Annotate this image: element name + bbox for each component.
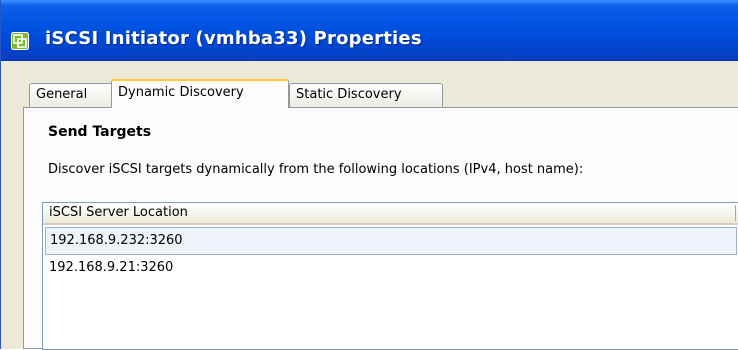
send-targets-list[interactable]: iSCSI Server Location 192.168.9.232:3260… xyxy=(42,202,738,350)
list-item[interactable]: 192.168.9.21:3260 xyxy=(45,255,737,283)
title-bar[interactable]: iSCSI Initiator (vmhba33) Properties xyxy=(1,0,738,61)
target-location: 192.168.9.21:3260 xyxy=(49,260,174,275)
dialog-body: General Static Discovery Dynamic Discove… xyxy=(1,61,738,350)
dynamic-discovery-panel: Send Targets Discover iSCSI targets dyna… xyxy=(23,107,738,350)
properties-window: iSCSI Initiator (vmhba33) Properties Gen… xyxy=(0,0,738,350)
tab-general[interactable]: General xyxy=(29,83,113,107)
vsphere-window-icon xyxy=(11,32,29,50)
column-resize-handle[interactable] xyxy=(735,205,736,221)
section-description: Discover iSCSI targets dynamically from … xyxy=(48,162,584,177)
column-header-label: iSCSI Server Location xyxy=(49,205,188,220)
tab-static-discovery[interactable]: Static Discovery xyxy=(289,83,443,107)
tab-dynamic-discovery[interactable]: Dynamic Discovery xyxy=(111,79,289,108)
section-title: Send Targets xyxy=(48,124,152,140)
target-location: 192.168.9.232:3260 xyxy=(50,233,183,248)
window-title: iSCSI Initiator (vmhba33) Properties xyxy=(45,28,422,49)
list-item[interactable]: 192.168.9.232:3260 xyxy=(45,227,737,255)
column-header-server-location[interactable]: iSCSI Server Location xyxy=(43,203,738,225)
